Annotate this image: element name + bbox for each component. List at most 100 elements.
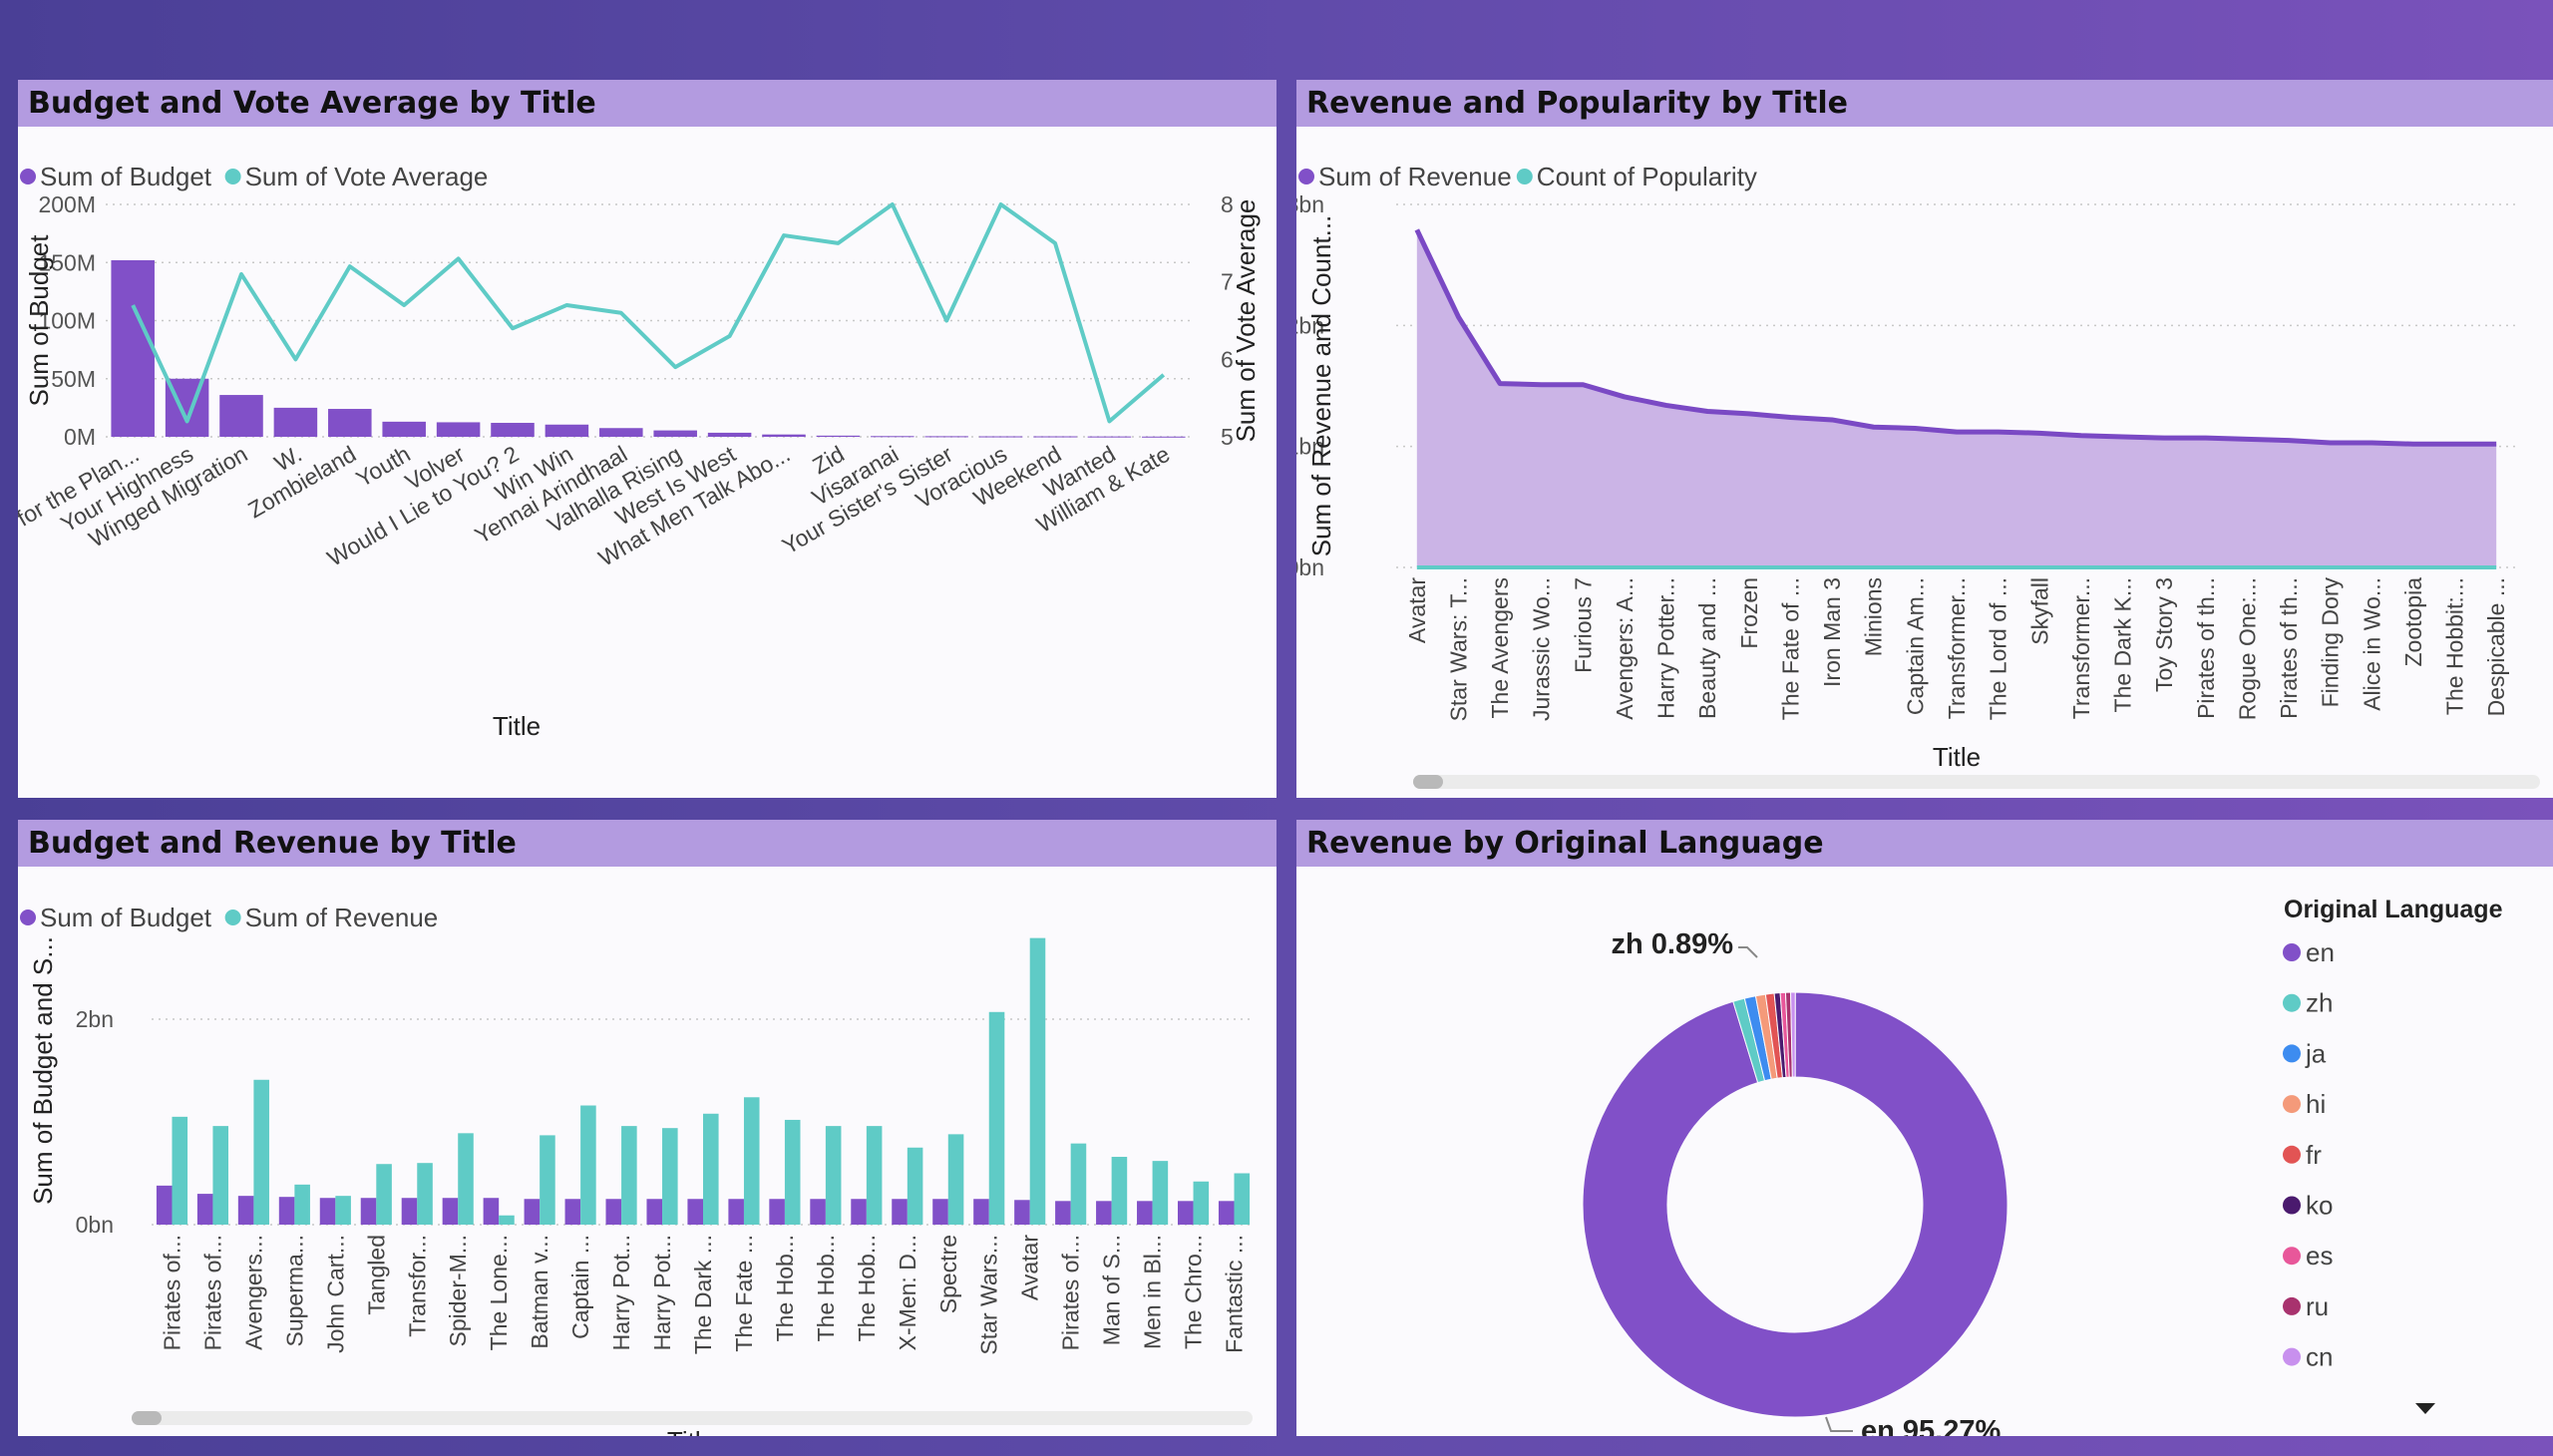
revenue-bar[interactable] [825,1126,842,1225]
horizontal-scrollbar[interactable] [132,1411,1253,1425]
revenue-bar[interactable] [580,1105,596,1225]
revenue-bar[interactable] [1234,1173,1251,1226]
legend-marker-hi[interactable] [2283,1095,2301,1114]
budget-bar[interactable] [892,1199,908,1225]
budget-bar[interactable] [273,407,318,437]
vote-average-line[interactable] [131,202,1166,424]
budget-bar[interactable] [851,1199,867,1225]
budget-bar[interactable] [1177,1201,1194,1225]
revenue-bar[interactable] [1193,1181,1210,1225]
budget-bar[interactable] [769,1199,785,1225]
budget-bar[interactable] [871,436,914,438]
budget-bar[interactable] [924,436,968,438]
budget-vote-chart: Sum of Budget Sum of Vote Average0M50M100… [18,162,1261,741]
legend-marker-2 [1516,169,1533,184]
legend-scroll-down-icon[interactable] [2415,1403,2435,1414]
budget-bar[interactable] [442,1198,459,1225]
horizontal-scrollbar[interactable] [1413,775,2540,789]
revenue-bar[interactable] [743,1097,760,1225]
budget-bar[interactable] [319,1198,336,1225]
budget-bar[interactable] [1087,436,1132,438]
budget-bar[interactable] [1096,1201,1112,1225]
revenue-bar[interactable] [662,1128,678,1225]
budget-bar[interactable] [156,1185,173,1225]
budget-bar[interactable] [491,423,535,437]
budget-bar[interactable] [810,1199,826,1225]
budget-bar[interactable] [1014,1200,1030,1225]
scrollbar-thumb[interactable] [1413,775,1443,789]
legend-marker-zh[interactable] [2283,993,2301,1012]
budget-bar[interactable] [599,428,643,437]
scrollbar-thumb[interactable] [132,1411,162,1425]
budget-bar[interactable] [219,395,263,437]
revenue-bar[interactable] [294,1184,310,1225]
revenue-bar[interactable] [703,1113,719,1225]
budget-bar[interactable] [605,1199,622,1225]
budget-bar[interactable] [564,1199,581,1225]
budget-bar[interactable] [978,436,1023,438]
budget-bar[interactable] [1142,436,1186,438]
budget-bar[interactable] [237,1196,254,1225]
budget-bar[interactable] [524,1199,541,1225]
revenue-bar[interactable] [988,1011,1005,1225]
budget-bar[interactable] [483,1198,500,1225]
revenue-bar[interactable] [866,1126,883,1225]
revenue-bar[interactable] [621,1126,637,1225]
budget-vote-panel: Budget and Vote Average by Title Sum of … [18,80,1276,798]
budget-bar[interactable] [1055,1201,1071,1225]
budget-bar[interactable] [1137,1201,1153,1225]
en-leader-line [1825,1416,1853,1432]
revenue-bar[interactable] [335,1196,351,1225]
legend-marker-ko[interactable] [2283,1196,2301,1215]
x-category-label: Despicable ... [2483,577,2509,716]
revenue-bar[interactable] [540,1135,555,1225]
legend-marker-es[interactable] [2283,1247,2301,1266]
budget-bar[interactable] [328,409,372,437]
x-category-label: Avatar [1017,1235,1043,1300]
y-tick-label: 200M [38,191,96,217]
x-category-label: Beauty and ... [1694,577,1720,719]
revenue-bar[interactable] [784,1119,801,1225]
revenue-bar[interactable] [458,1133,474,1225]
x-category-label: Rogue One:... [2234,577,2260,720]
revenue-bar[interactable] [1152,1161,1169,1225]
panel-title: Budget and Vote Average by Title [18,80,1276,127]
legend-marker-fr[interactable] [2283,1145,2301,1164]
budget-bar[interactable] [687,1199,703,1225]
x-category-label: Men in Bl... [1140,1235,1166,1349]
budget-bar[interactable] [196,1194,213,1225]
budget-bar[interactable] [762,434,806,437]
revenue-bar[interactable] [1029,937,1046,1225]
budget-bar[interactable] [653,430,697,437]
budget-bar[interactable] [382,421,426,437]
revenue-bar[interactable] [499,1215,515,1225]
budget-bar[interactable] [646,1199,663,1225]
budget-bar[interactable] [728,1199,744,1225]
budget-bar[interactable] [1033,436,1077,438]
budget-bar[interactable] [278,1197,295,1225]
legend-marker-en[interactable] [2283,943,2301,961]
budget-bar[interactable] [707,432,752,437]
budget-bar[interactable] [401,1198,418,1225]
budget-bar[interactable] [436,422,481,437]
budget-bar[interactable] [1218,1201,1235,1225]
revenue-bar[interactable] [376,1164,392,1225]
legend-marker-cn[interactable] [2283,1347,2301,1366]
legend-marker-ru[interactable] [2283,1296,2301,1315]
revenue-bar[interactable] [172,1116,188,1225]
revenue-bar[interactable] [253,1079,269,1225]
budget-bar[interactable] [973,1199,989,1225]
budget-bar[interactable] [111,259,155,437]
x-category-label: Furious 7 [1570,577,1596,673]
revenue-bar[interactable] [1070,1143,1087,1225]
revenue-bar[interactable] [212,1126,229,1225]
budget-bar[interactable] [816,435,861,437]
budget-bar[interactable] [932,1199,948,1225]
budget-bar[interactable] [545,424,589,437]
revenue-bar[interactable] [947,1134,964,1225]
revenue-bar[interactable] [417,1163,433,1225]
revenue-bar[interactable] [1111,1157,1128,1225]
revenue-bar[interactable] [907,1147,923,1225]
legend-marker-ja[interactable] [2283,1044,2301,1063]
budget-bar[interactable] [360,1198,377,1225]
